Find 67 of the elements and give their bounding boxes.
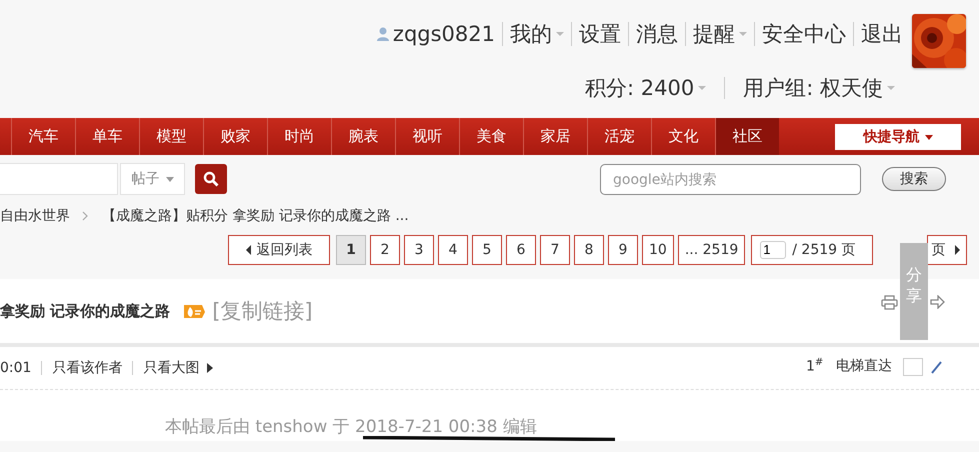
user-icon	[376, 26, 390, 42]
chevron-icon	[82, 210, 88, 220]
floor-jump-field[interactable]	[903, 358, 923, 376]
caret-icon	[698, 86, 706, 90]
page-button[interactable]: 8	[574, 234, 604, 264]
page-button[interactable]: 2	[370, 234, 400, 264]
back-to-list-button[interactable]: 返回列表	[228, 234, 330, 264]
nav-tab[interactable]: 单车	[75, 118, 139, 155]
edit-note: 本帖最后由 tenshow 于 2018-7-21 00:38 编辑	[165, 416, 537, 438]
post-time: 0:01	[0, 360, 32, 376]
page-button[interactable]: 7	[540, 234, 570, 264]
floor-number: 1$^{#}$	[806, 357, 824, 375]
search-button[interactable]	[195, 164, 227, 194]
search-scope-dropdown[interactable]: 帖子	[120, 163, 185, 195]
nav-tab[interactable]: 家居	[523, 118, 587, 155]
username-link[interactable]: zqgs0821	[392, 22, 495, 46]
caret-icon	[739, 32, 747, 36]
right-arrow-icon	[955, 244, 960, 254]
site-search-button[interactable]: 搜索	[882, 167, 946, 191]
hot-badge-icon	[182, 303, 206, 319]
user-menu-link[interactable]: 我的	[510, 20, 564, 48]
search-field[interactable]	[0, 163, 118, 195]
caret-icon	[166, 176, 174, 182]
user-menu-link[interactable]: 提醒	[693, 20, 747, 48]
share-arrow-icon[interactable]	[930, 295, 945, 309]
user-group-link[interactable]: 用户组: 权天使	[743, 74, 895, 102]
points-link[interactable]: 积分: 2400	[585, 74, 706, 102]
nav-tab[interactable]: 时尚	[267, 118, 331, 155]
nav-tab[interactable]: 美食	[459, 118, 523, 155]
next-page-button[interactable]: 页	[927, 234, 968, 264]
floor-jump-label: 电梯直达	[836, 357, 892, 375]
total-pages-label: / 2519 页	[792, 240, 856, 258]
left-arrow-icon	[246, 244, 250, 254]
page-button[interactable]: 9	[608, 234, 638, 264]
author-only-link[interactable]: 只看该作者	[52, 359, 122, 377]
nav-tab[interactable]: 汽车	[11, 118, 75, 155]
page-number-field[interactable]: 1	[760, 240, 786, 258]
page-button[interactable]: 6	[506, 234, 536, 264]
caret-icon	[556, 32, 564, 36]
page-button[interactable]: ... 2519	[678, 234, 746, 264]
user-menu-link[interactable]: 设置	[579, 20, 621, 48]
caret-icon	[887, 86, 895, 90]
breadcrumb-link[interactable]: 自由水世界	[0, 206, 70, 224]
nav-tab[interactable]: 视听	[395, 118, 459, 155]
nav-tab[interactable]: 腕表	[331, 118, 395, 155]
page-button[interactable]: 3	[404, 234, 434, 264]
quick-nav-button[interactable]: 快捷导航	[835, 124, 961, 150]
page-button[interactable]: 1	[336, 234, 366, 264]
user-menu-link[interactable]: 退出	[861, 20, 903, 48]
search-icon	[203, 171, 219, 187]
right-arrow-icon	[207, 363, 214, 373]
page-button[interactable]: 10	[642, 234, 674, 264]
print-icon[interactable]	[881, 295, 898, 310]
user-menu-link[interactable]: 消息	[636, 20, 678, 48]
big-images-link[interactable]: 只看大图	[143, 359, 214, 377]
user-menu-link[interactable]: 安全中心	[762, 20, 846, 48]
nav-tab[interactable]: 活宠	[587, 118, 651, 155]
nav-tab[interactable]: 败家	[203, 118, 267, 155]
nav-tab[interactable]: 模型	[139, 118, 203, 155]
caret-icon	[924, 134, 932, 140]
thread-title: 拿奖励 记录你的成魔之路	[0, 302, 170, 320]
page-button[interactable]: 5	[472, 234, 502, 264]
site-search-field[interactable]: google站内搜索	[600, 164, 861, 195]
pencil-icon[interactable]	[929, 359, 943, 375]
breadcrumb-link[interactable]: 【成魔之路】贴积分 拿奖励 记录你的成魔之路 ...	[102, 206, 409, 224]
page-button[interactable]: 4	[438, 234, 468, 264]
nav-tab[interactable]: 社区	[715, 118, 779, 155]
